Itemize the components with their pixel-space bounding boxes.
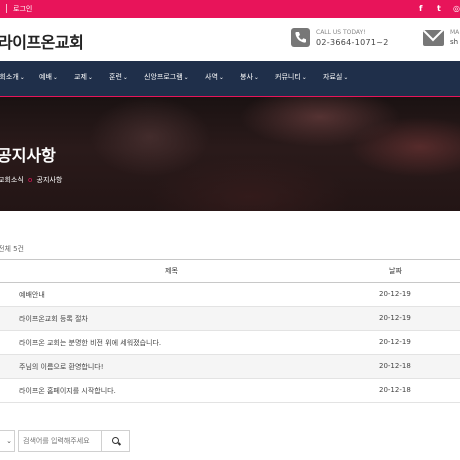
top-bar-divider (6, 4, 7, 13)
chevron-down-icon: ⌄ (19, 74, 25, 81)
post-title[interactable]: 예배안내 (19, 290, 45, 300)
breadcrumb: 교회소식 o 공지사항 (0, 175, 62, 185)
breadcrumb-parent[interactable]: 교회소식 (0, 176, 24, 184)
post-date: 20-12-18 (379, 386, 411, 394)
notice-table: 제목 날짜 예배안내 20-12-19 라이프온교회 등록 절차 20-12-1… (0, 259, 460, 403)
chevron-down-icon: ⌄ (122, 74, 128, 81)
nav-item-label: 자료실 (323, 73, 343, 81)
top-bar: 로그인 f t ◎ (0, 0, 460, 18)
post-title[interactable]: 주님의 이름으로 환영합니다! (19, 362, 104, 372)
phone-number: 02-3664-1071~2 (316, 38, 389, 47)
main-nav: 교회소개⌄ 예배⌄ 교제⌄ 훈련⌄ 신앙프로그램⌄ 사역⌄ 봉사⌄ 커뮤니티⌄ … (0, 61, 460, 97)
table-row[interactable]: 주님의 이름으로 환영합니다! 20-12-18 (0, 355, 460, 379)
post-date: 20-12-19 (379, 290, 411, 298)
chevron-down-icon: ⌄ (253, 74, 259, 81)
call-us-label: CALL US TODAY! (316, 29, 366, 36)
nav-item-label: 봉사 (240, 73, 253, 81)
post-date: 20-12-18 (379, 362, 411, 370)
nav-item-worship[interactable]: 예배⌄ (39, 72, 58, 82)
table-row[interactable]: 라이프온교회 등록 절차 20-12-19 (0, 307, 460, 331)
nav-item-label: 교회소개 (0, 73, 19, 81)
page-banner: 공지사항 교회소식 o 공지사항 (0, 97, 460, 211)
breadcrumb-current: 공지사항 (36, 176, 63, 184)
column-header-title: 제목 (165, 267, 178, 275)
chevron-down-icon: ⌄ (87, 74, 93, 81)
facebook-icon[interactable]: f (419, 2, 422, 16)
nav-item-fellowship[interactable]: 교제⌄ (74, 72, 93, 82)
nav-item-community[interactable]: 커뮤니티⌄ (275, 72, 307, 82)
post-title[interactable]: 라이프온 홈페이지를 시작합니다. (19, 386, 116, 396)
search-button[interactable] (101, 430, 130, 452)
nav-item-label: 신앙프로그램 (144, 73, 183, 81)
nav-item-label: 예배 (39, 73, 52, 81)
mail-icon (423, 30, 444, 46)
nav-item-resources[interactable]: 자료실⌄ (323, 72, 348, 82)
nav-item-label: 훈련 (109, 73, 122, 81)
table-row[interactable]: 라이프온 교회는 분명한 비전 위에 세워졌습니다. 20-12-19 (0, 331, 460, 355)
nav-item-label: 커뮤니티 (275, 73, 301, 81)
post-date: 20-12-19 (379, 314, 411, 322)
chevron-down-icon: ⌄ (343, 74, 349, 81)
chevron-down-icon: ⌄ (52, 74, 58, 81)
nav-item-programs[interactable]: 신앙프로그램⌄ (144, 72, 189, 82)
post-date: 20-12-19 (379, 338, 411, 346)
column-header-date: 날짜 (389, 267, 402, 275)
site-logo[interactable]: 라이프온교회 (0, 29, 84, 53)
twitter-icon[interactable]: t (437, 2, 441, 16)
table-row[interactable]: 라이프온 홈페이지를 시작합니다. 20-12-18 (0, 379, 460, 403)
mail-label: MA (450, 29, 460, 36)
nav-item-service[interactable]: 봉사⌄ (240, 72, 259, 82)
breadcrumb-separator: o (28, 176, 33, 184)
nav-item-training[interactable]: 훈련⌄ (109, 72, 128, 82)
search-icon-handle (117, 442, 122, 446)
post-title[interactable]: 라이프온교회 등록 절차 (19, 314, 88, 324)
login-link[interactable]: 로그인 (13, 3, 32, 15)
search-field-select[interactable]: ⌄ (0, 430, 15, 452)
chevron-down-icon: ⌄ (183, 74, 189, 81)
mail-value: sh (450, 38, 459, 46)
post-count: 전체 5건 (0, 245, 24, 253)
phone-icon (291, 28, 310, 47)
table-row[interactable]: 예배안내 20-12-19 (0, 283, 460, 307)
nav-item-label: 교제 (74, 73, 87, 81)
page-title: 공지사항 (0, 146, 56, 165)
chevron-down-icon: ⌄ (301, 74, 307, 81)
nav-item-about[interactable]: 교회소개⌄ (0, 72, 25, 82)
chevron-down-icon: ⌄ (218, 74, 224, 81)
nav-item-ministry[interactable]: 사역⌄ (205, 72, 224, 82)
nav-item-label: 사역 (205, 73, 218, 81)
instagram-icon[interactable]: ◎ (453, 2, 460, 16)
table-header: 제목 날짜 (0, 259, 460, 283)
post-title[interactable]: 라이프온 교회는 분명한 비전 위에 세워졌습니다. (19, 338, 161, 348)
site-header: 라이프온교회 CALL US TODAY! 02-3664-1071~2 MA … (0, 18, 460, 61)
search-input[interactable] (18, 430, 102, 452)
